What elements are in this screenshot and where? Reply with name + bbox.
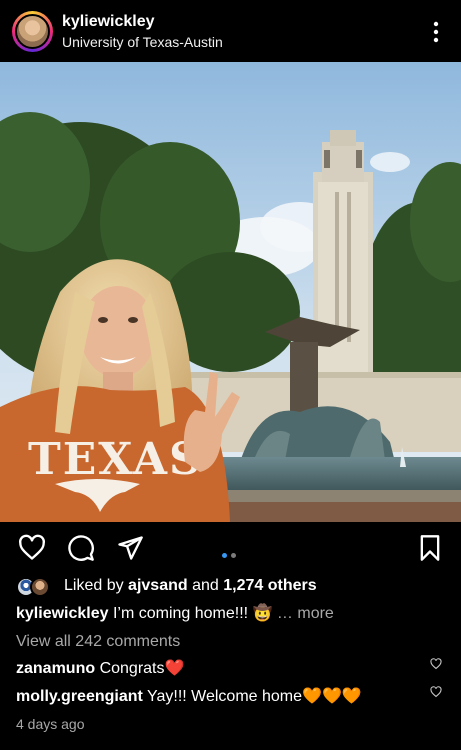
post-location[interactable]: University of Texas-Austin [62, 34, 223, 50]
heart-icon[interactable] [18, 534, 46, 562]
likes-summary[interactable]: Liked by ajvsand and 1,274 others [16, 575, 456, 599]
post-header: kyliewickley University of Texas-Austin [0, 0, 461, 62]
svg-text:TEXAS: TEXAS [28, 434, 203, 485]
story-ring[interactable] [12, 11, 53, 52]
post-image[interactable]: TEXAS [0, 62, 461, 522]
more-vertical-icon[interactable] [430, 20, 442, 44]
comment-text: Congrats❤️ [95, 660, 185, 677]
bookmark-icon[interactable] [416, 534, 444, 562]
likes-text[interactable]: Liked by ajvsand and 1,274 others [64, 577, 317, 595]
comment-like-icon[interactable] [430, 658, 442, 670]
liker-avatar [30, 577, 50, 597]
view-all-comments-link[interactable]: View all 242 comments [16, 633, 180, 651]
caption: kyliewickley I’m coming home!!! 🤠 … more [16, 603, 334, 623]
comment-username[interactable]: molly.greengiant [16, 688, 143, 705]
post-timestamp: 4 days ago [16, 716, 85, 732]
likes-prefix: Liked by [64, 577, 129, 594]
carousel-indicator [222, 545, 240, 563]
comment-text: Yay!!! Welcome home🧡🧡🧡 [142, 688, 362, 705]
carousel-dot [231, 553, 236, 558]
avatar[interactable] [15, 14, 50, 49]
caption-username[interactable]: kyliewickley [16, 605, 109, 622]
likes-count[interactable]: 1,274 others [223, 577, 316, 594]
post-photo: TEXAS [0, 62, 461, 522]
liker-username[interactable]: ajvsand [128, 577, 188, 594]
comment-item: molly.greengiant Yay!!! Welcome home🧡🧡🧡 [16, 686, 362, 706]
comment-icon[interactable] [67, 534, 95, 562]
send-icon[interactable] [116, 534, 144, 562]
caption-more-link[interactable]: … more [272, 605, 334, 622]
comment-item: zanamuno Congrats❤️ [16, 658, 184, 678]
action-bar [0, 528, 461, 568]
caption-text: I’m coming home!!! 🤠 [108, 605, 273, 622]
comment-like-icon[interactable] [430, 686, 442, 698]
likes-connector: and [187, 577, 224, 594]
comment-username[interactable]: zanamuno [16, 660, 95, 677]
post-username[interactable]: kyliewickley [62, 13, 155, 31]
carousel-dot-active [222, 553, 227, 558]
